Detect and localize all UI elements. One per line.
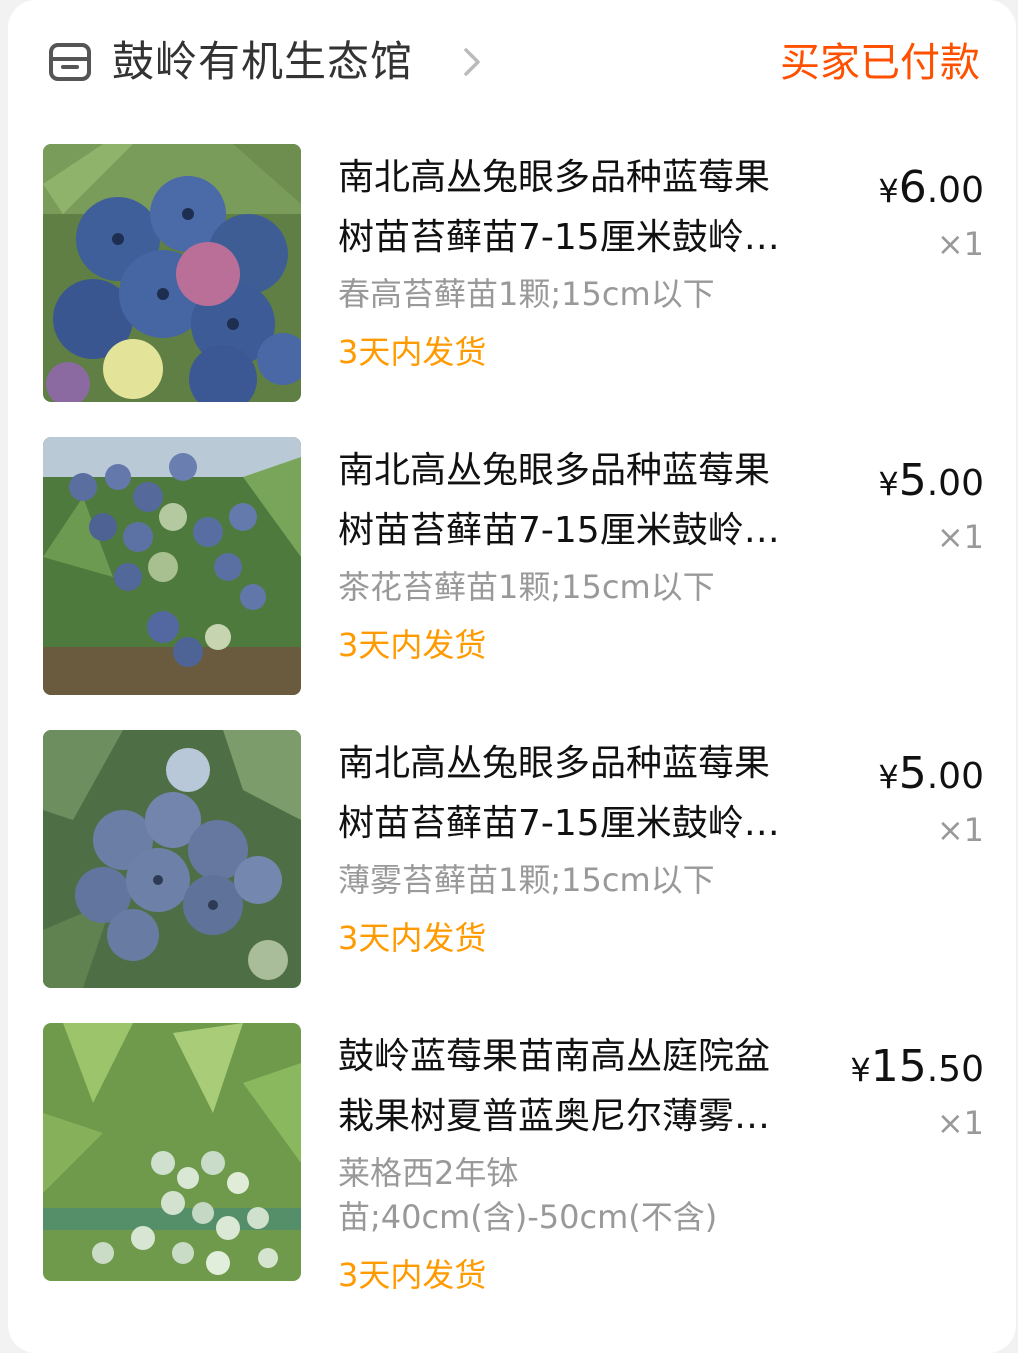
currency-symbol: ¥	[850, 1051, 871, 1089]
product-quantity: ×1	[936, 811, 984, 849]
store-name-link[interactable]: 鼓岭有机生态馆	[112, 34, 413, 90]
product-price: ¥6.00	[878, 162, 984, 213]
order-item[interactable]: 南北高丛兔眼多品种蓝莓果 树苗苔藓苗7-15厘米鼓岭… 薄雾苔藓苗1颗;15cm…	[8, 730, 1016, 1000]
price-integer: 5	[898, 748, 927, 799]
product-title[interactable]: 鼓岭蓝莓果苗南高丛庭院盆	[338, 1027, 828, 1087]
product-title[interactable]: 南北高丛兔眼多品种蓝莓果	[338, 441, 828, 501]
order-item[interactable]: 南北高丛兔眼多品种蓝莓果 树苗苔藓苗7-15厘米鼓岭… 春高苔藓苗1颗;15cm…	[8, 144, 1016, 414]
price-decimal: .00	[926, 170, 984, 211]
price-decimal: .50	[926, 1049, 984, 1090]
product-price: ¥15.50	[850, 1041, 984, 1092]
product-price: ¥5.00	[878, 748, 984, 799]
product-image[interactable]	[43, 730, 301, 988]
price-decimal: .00	[926, 463, 984, 504]
product-image[interactable]	[43, 1023, 301, 1281]
product-title[interactable]: 树苗苔藓苗7-15厘米鼓岭…	[338, 208, 828, 268]
shipping-info: 3天内发货	[338, 919, 487, 957]
chevron-right-icon[interactable]	[460, 44, 484, 80]
price-decimal: .00	[926, 756, 984, 797]
product-title[interactable]: 栽果树夏普蓝奥尼尔薄雾…	[338, 1087, 828, 1147]
currency-symbol: ¥	[878, 465, 899, 503]
product-quantity: ×1	[936, 1104, 984, 1142]
product-image[interactable]	[43, 144, 301, 402]
currency-symbol: ¥	[878, 172, 899, 210]
shipping-info: 3天内发货	[338, 333, 487, 371]
shipping-info: 3天内发货	[338, 626, 487, 664]
product-quantity: ×1	[936, 225, 984, 263]
product-quantity: ×1	[936, 518, 984, 556]
product-title[interactable]: 南北高丛兔眼多品种蓝莓果	[338, 734, 828, 794]
price-integer: 6	[898, 162, 927, 213]
currency-symbol: ¥	[878, 758, 899, 796]
product-sku: 薄雾苔藓苗1颗;15cm以下	[338, 861, 715, 899]
product-price: ¥5.00	[878, 455, 984, 506]
shipping-info: 3天内发货	[338, 1256, 487, 1294]
product-title[interactable]: 树苗苔藓苗7-15厘米鼓岭…	[338, 794, 828, 854]
order-item[interactable]: 鼓岭蓝莓果苗南高丛庭院盆 栽果树夏普蓝奥尼尔薄雾… 莱格西2年钵苗;40cm(含…	[8, 1023, 1016, 1323]
store-icon	[49, 43, 91, 81]
product-title[interactable]: 南北高丛兔眼多品种蓝莓果	[338, 148, 828, 208]
order-header: 鼓岭有机生态馆 买家已付款	[8, 0, 1016, 124]
order-card: 鼓岭有机生态馆 买家已付款 南北高丛兔眼多品种蓝莓果 树苗苔藓苗7-15厘米鼓岭…	[8, 0, 1016, 1353]
order-item[interactable]: 南北高丛兔眼多品种蓝莓果 树苗苔藓苗7-15厘米鼓岭… 茶花苔藓苗1颗;15cm…	[8, 437, 1016, 707]
product-title[interactable]: 树苗苔藓苗7-15厘米鼓岭…	[338, 501, 828, 561]
price-integer: 15	[870, 1041, 927, 1092]
product-image[interactable]	[43, 437, 301, 695]
price-integer: 5	[898, 455, 927, 506]
product-sku: 莱格西2年钵苗;40cm(含)-50cm(不含)	[338, 1154, 718, 1236]
product-sku: 茶花苔藓苗1颗;15cm以下	[338, 568, 715, 606]
product-sku: 春高苔藓苗1颗;15cm以下	[338, 275, 715, 313]
order-status: 买家已付款	[780, 40, 980, 86]
